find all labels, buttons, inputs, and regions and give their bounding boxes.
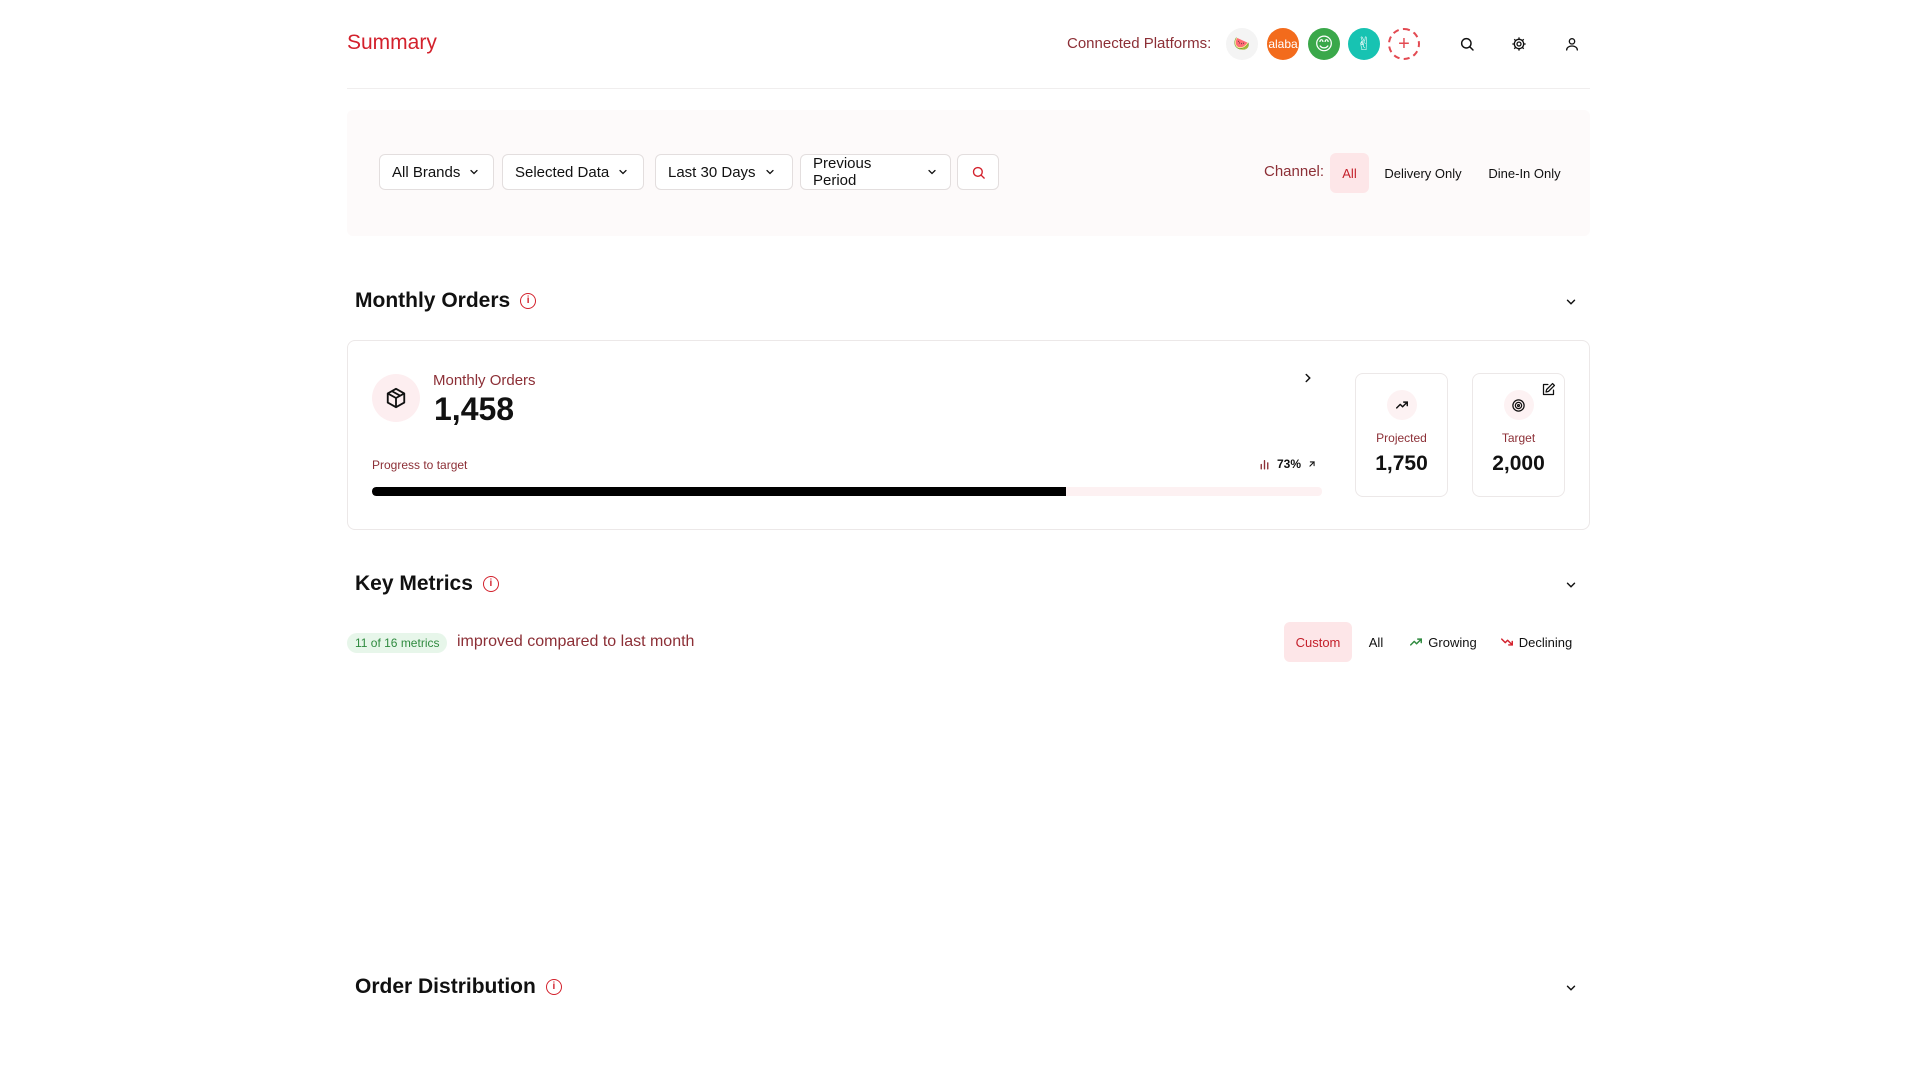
key-metrics-heading: Key Metrics i [355, 572, 499, 596]
info-icon[interactable]: i [482, 576, 499, 592]
connected-platforms-label: Connected Platforms: [1067, 35, 1212, 52]
chevron-down-icon [1566, 582, 1576, 588]
progress-label: Progress to target [372, 458, 468, 472]
comparison-dropdown[interactable]: Previous Period [800, 154, 951, 190]
add-platform-button[interactable]: + [1388, 28, 1420, 60]
platform-avatar-1[interactable]: 🍉 [1226, 28, 1258, 60]
user-icon [1566, 38, 1578, 51]
metrics-filter-custom[interactable]: Custom [1284, 622, 1352, 662]
platform-3-glyph: 😊 [1314, 33, 1334, 54]
progress-percent-text: 73% [1277, 457, 1302, 471]
declining-label: Declining [1518, 634, 1573, 650]
key-metrics-collapse-button[interactable] [1559, 573, 1583, 597]
info-icon[interactable]: i [520, 293, 537, 309]
chevron-down-icon [470, 169, 478, 175]
period-dropdown-label: Last 30 Days [668, 163, 756, 181]
projected-card: Projected 1,750 [1355, 373, 1448, 497]
metrics-filter-growing[interactable]: Growing [1402, 622, 1484, 662]
search-button[interactable] [1455, 32, 1479, 56]
key-metrics-title: Key Metrics [355, 572, 473, 595]
filter-search-button[interactable] [957, 154, 999, 190]
improved-metrics-badge: 11 of 16 metrics [347, 633, 448, 653]
platform-4-glyph: ✌ [1356, 33, 1372, 54]
info-icon[interactable]: i [545, 979, 562, 995]
improved-text: improved compared to last month [457, 633, 695, 650]
brands-dropdown[interactable]: All Brands [379, 154, 494, 190]
growing-label: Growing [1428, 634, 1477, 650]
target-value: 2,000 [1492, 452, 1545, 475]
search-icon [1460, 37, 1474, 51]
projected-value: 1,750 [1375, 452, 1428, 475]
monthly-orders-label: Monthly Orders [433, 372, 536, 389]
profile-button[interactable] [1560, 32, 1584, 56]
chevron-right-icon [1305, 373, 1311, 383]
monthly-orders-title: Monthly Orders [355, 289, 511, 312]
brands-dropdown-label: All Brands [392, 163, 461, 181]
order-distribution-heading: Order Distribution i [355, 975, 562, 999]
trending-up-icon [1386, 390, 1417, 420]
data-dropdown-label: Selected Data [515, 163, 610, 181]
trending-down-icon [1500, 638, 1513, 646]
monthly-orders-card: Monthly Orders 1,458 Progress to target … [347, 340, 1590, 530]
order-distribution-title: Order Distribution [355, 975, 536, 998]
settings-button[interactable] [1507, 32, 1531, 56]
channel-all-button[interactable]: All [1330, 153, 1369, 193]
comparison-dropdown-label: Previous Period [813, 155, 872, 189]
metrics-filter-all[interactable]: All [1357, 622, 1395, 662]
page-title: Summary [347, 31, 437, 54]
search-icon [972, 166, 985, 179]
progress-percent: 73% [1258, 457, 1317, 471]
channel-dine-in-button[interactable]: Dine-In Only [1477, 153, 1572, 193]
platform-2-glyph: alaba [1268, 37, 1298, 51]
monthly-orders-heading: Monthly Orders i [355, 289, 537, 313]
edit-icon [1542, 382, 1556, 396]
platform-avatar-3[interactable]: 😊 [1308, 28, 1340, 60]
top-header: Summary Connected Platforms: 🍉 alaba 😊 ✌… [347, 0, 1590, 89]
trending-up-icon [1410, 638, 1423, 646]
target-icon [1503, 390, 1534, 420]
monthly-orders-details-button[interactable] [1301, 371, 1315, 390]
period-dropdown[interactable]: Last 30 Days [655, 154, 793, 190]
chevron-down-icon [1566, 299, 1576, 305]
platform-avatar-4[interactable]: ✌ [1348, 28, 1380, 60]
data-dropdown[interactable]: Selected Data [502, 154, 644, 190]
package-icon [372, 374, 420, 422]
metrics-filter-declining[interactable]: Declining [1492, 622, 1580, 662]
channel-label: Channel: [1264, 163, 1325, 180]
chevron-down-icon [928, 169, 936, 175]
bar-chart-icon [1260, 459, 1269, 470]
chevron-down-icon [619, 169, 627, 175]
edit-target-button[interactable] [1541, 382, 1556, 402]
gear-icon [1512, 37, 1526, 51]
chevron-down-icon [1566, 985, 1576, 991]
progress-bar [372, 487, 1322, 496]
projected-label: Projected [1376, 431, 1427, 445]
target-card: Target 2,000 [1472, 373, 1565, 497]
monthly-orders-collapse-button[interactable] [1559, 290, 1583, 314]
order-distribution-collapse-button[interactable] [1559, 976, 1583, 1000]
arrow-up-right-icon [1309, 461, 1315, 467]
progress-bar-fill [372, 487, 1066, 496]
platform-1-glyph: 🍉 [1233, 36, 1251, 51]
plus-icon: + [1398, 33, 1410, 55]
platform-avatar-2[interactable]: alaba [1267, 28, 1299, 60]
target-label: Target [1501, 431, 1536, 445]
monthly-orders-value: 1,458 [434, 391, 515, 427]
filter-panel: All Brands Selected Data Last 30 Days Pr… [347, 110, 1590, 236]
chevron-down-icon [765, 169, 774, 175]
channel-delivery-button[interactable]: Delivery Only [1377, 153, 1469, 193]
